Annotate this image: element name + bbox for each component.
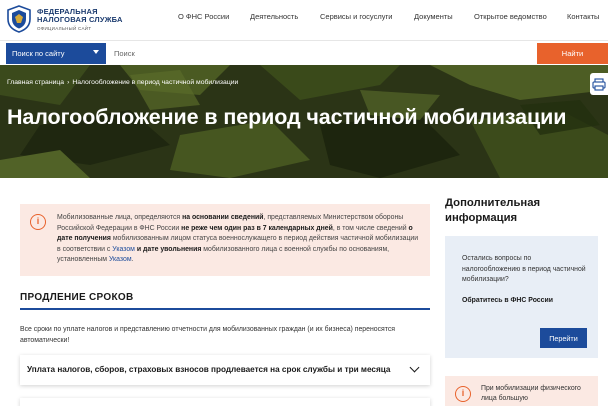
decree-link[interactable]: Указом xyxy=(109,256,132,263)
alert-bold-part: не реже чем один раз в 7 календарных дне… xyxy=(181,224,333,232)
breadcrumb-home-link[interactable]: Главная страница xyxy=(7,79,64,86)
sidebar-title-line: информация xyxy=(445,212,518,224)
page-title: Налогообложение в период частичной мобил… xyxy=(7,105,567,129)
printer-icon xyxy=(592,78,606,91)
info-icon: i xyxy=(30,214,46,230)
alert-text-part: Мобилизованные лица, определяются xyxy=(57,214,183,221)
accordion-tax-payment[interactable]: Уплата налогов, сборов, страховых взносо… xyxy=(20,355,430,385)
search-bar: Поиск по сайту Найти xyxy=(0,40,608,64)
nav-item-contacts[interactable]: Контакты xyxy=(567,12,599,21)
print-button[interactable] xyxy=(590,73,608,95)
sidebar-title-line: Дополнительная xyxy=(445,197,541,209)
nav-item-documents[interactable]: Документы xyxy=(414,12,453,21)
search-button[interactable]: Найти xyxy=(537,43,608,64)
hero-banner: Главная страница › Налогообложение в перио… xyxy=(0,65,608,178)
section-heading: ПРОДЛЕНИЕ СРОКОВ xyxy=(20,292,134,303)
sidebar-question: Остались вопросы по налогообложению в пе… xyxy=(462,255,586,283)
decree-link[interactable]: Указом xyxy=(112,246,135,253)
sidebar-contact-box: Остались вопросы по налогообложению в пе… xyxy=(445,236,598,358)
site-logo-text[interactable]: ФЕДЕРАЛЬНАЯ НАЛОГОВАЯ СЛУЖБА ОФИЦИАЛЬНЫЙ… xyxy=(37,8,123,33)
section-divider xyxy=(20,308,430,310)
mobilization-info-alert: i Мобилизованные лица, определяются на о… xyxy=(20,204,430,276)
sidebar-contact: Обратитесь в ФНС России xyxy=(462,297,553,304)
alert-bold-part: на основании сведений xyxy=(182,214,264,221)
accordion-next[interactable] xyxy=(20,398,430,406)
alert-text: Мобилизованные лица, определяются на осн… xyxy=(57,213,423,266)
alert-text-part: . xyxy=(131,256,134,263)
fns-emblem-icon[interactable] xyxy=(6,5,32,33)
search-scope-select[interactable]: Поиск по сайту xyxy=(6,43,106,64)
nav-item-open-agency[interactable]: Открытое ведомство xyxy=(474,12,547,21)
section-intro: Все сроки по уплате налогов и представле… xyxy=(20,326,396,344)
nav-item-services[interactable]: Сервисы и госуслуги xyxy=(320,12,392,21)
breadcrumb-current: Налогообложение в период частичной мобил… xyxy=(72,79,239,86)
breadcrumb-separator-icon: › xyxy=(67,79,70,86)
alert-bold-part: и дате увольнения xyxy=(134,245,202,253)
alert-text-part: , в том числе сведений xyxy=(332,224,409,232)
sidebar-alert-text: При мобилизации физического лица большую xyxy=(481,385,581,402)
site-header: ФЕДЕРАЛЬНАЯ НАЛОГОВАЯ СЛУЖБА ОФИЦИАЛЬНЫЙ… xyxy=(0,0,608,40)
chevron-down-icon xyxy=(409,362,420,373)
search-input[interactable] xyxy=(106,43,536,64)
search-scope-label: Поиск по сайту xyxy=(12,49,65,58)
nav-item-about[interactable]: О ФНС России xyxy=(178,12,229,21)
logo-subtitle: ОФИЦИАЛЬНЫЙ САЙТ xyxy=(37,26,92,31)
sidebar-alert: i При мобилизации физического лица больш… xyxy=(445,376,598,406)
logo-line-2: НАЛОГОВАЯ СЛУЖБА xyxy=(37,15,123,24)
nav-item-activity[interactable]: Деятельность xyxy=(250,12,298,21)
breadcrumb: Главная страница › Налогообложение в перио… xyxy=(7,79,238,86)
info-icon: i xyxy=(455,386,471,402)
chevron-down-icon xyxy=(93,50,99,54)
accordion-label: Уплата налогов, сборов, страховых взносо… xyxy=(27,365,391,374)
sidebar-title: Дополнительная информация xyxy=(445,196,540,226)
go-button[interactable]: Перейти xyxy=(540,328,587,348)
